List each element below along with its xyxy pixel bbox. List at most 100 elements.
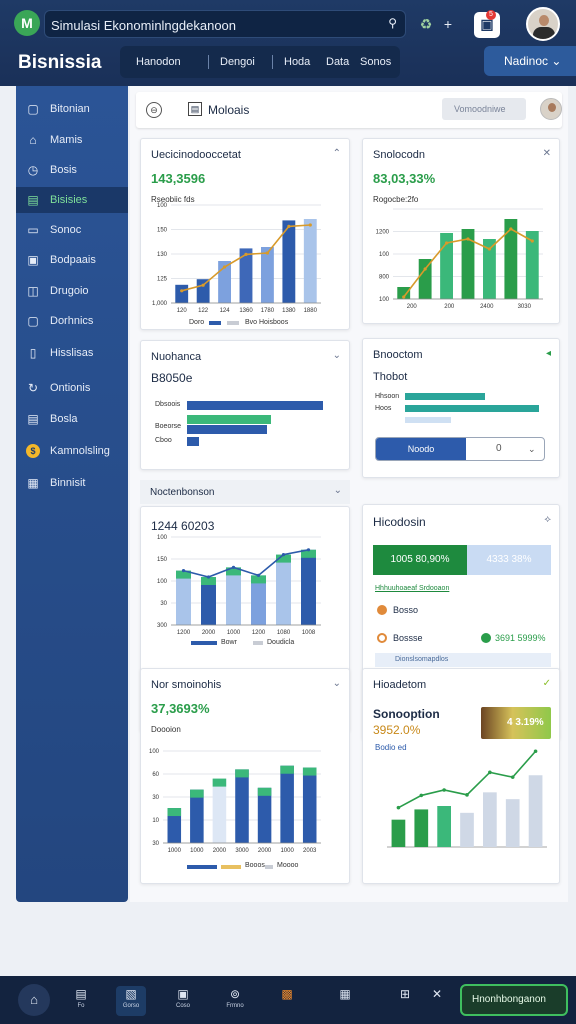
row-label: Dbsoois [155, 401, 181, 408]
hbar [405, 405, 539, 412]
card-revenue: Uecicinodooccetat ⌃ 143,3596 Rseobiic fd… [140, 138, 350, 330]
x-tick-label: 1200 [177, 630, 191, 636]
bar [276, 554, 291, 625]
table-icon: ▦ [339, 987, 351, 1001]
chevron-down-icon[interactable]: ⌄ [334, 485, 342, 496]
card-title: Bnooctom [373, 349, 423, 361]
y-tick-label: 100 [157, 203, 168, 209]
chart-1: 1,000 125 130 150 100 120 122 124 1360 1780 1380 18… [141, 139, 351, 331]
start-button[interactable]: ⌂ [18, 984, 50, 1016]
sidebar-item-3[interactable]: ◷ Bosis [16, 157, 128, 183]
legend-label: Bowr [221, 639, 237, 646]
nav-item-3[interactable]: Hoda [284, 56, 310, 70]
sidebar-item-1[interactable]: ▢ Bitonian [16, 96, 128, 122]
status-badge: 3691 5999% [495, 633, 546, 643]
y-tick-label: 125 [157, 277, 168, 283]
x-tick-label: 200 [444, 304, 455, 310]
legend-label: Bvo Hoisboos [245, 319, 289, 326]
split-left: 1005 80,90% [373, 545, 467, 575]
trend-point [530, 239, 534, 243]
y-tick-label: 100 [379, 297, 390, 303]
segment-selected[interactable]: Noodo [376, 438, 466, 460]
nav-item-5[interactable]: Sonos [360, 56, 391, 70]
taskbar-app-1[interactable]: ▤ Fo [66, 986, 96, 1016]
bar [190, 789, 204, 843]
sidebar-item-4[interactable]: ▤ Bisisies [16, 187, 128, 213]
chart-svg: 30 10 30 60 100 1000 1000 2000 3000 2000 1000 2003 [149, 749, 321, 854]
nav-item-1[interactable]: Hanodon [136, 56, 181, 70]
y-tick-label: 100 [157, 579, 168, 585]
legend-swatch [191, 641, 217, 645]
segmented-control[interactable]: Noodo 0 ⌄ [375, 437, 545, 461]
settings-icon[interactable]: ⟡ [544, 514, 551, 525]
notification-badge: 5 [486, 10, 496, 20]
sidebar-item-6[interactable]: ▣ Bodpaais [16, 247, 128, 273]
bar-cap [167, 808, 182, 817]
trend-point [181, 569, 186, 573]
taskbar-app-5[interactable]: ▩ [272, 986, 302, 1016]
trend-point [419, 793, 424, 798]
back-icon[interactable]: ⊖ [146, 102, 162, 118]
section-header: Noctenbonson ⌄ [140, 480, 350, 504]
x-tick-label: 2400 [480, 304, 494, 310]
chevron-down-icon[interactable]: ⌄ [528, 438, 536, 460]
trend-point [244, 252, 248, 256]
sidebar-item-2[interactable]: ⌂ Mamis [16, 127, 128, 153]
bar-cap [302, 767, 317, 776]
window-title-bar: Simulasi Ekonominlngdekanoon ⚲ [44, 10, 406, 38]
trend-point [442, 788, 446, 792]
bar [414, 809, 429, 847]
main-header: ⊖ ▤ Moloais Vomoodniwe [136, 92, 562, 128]
app-icon: ▧ [125, 987, 137, 1001]
taskbar-app-6[interactable]: ▦ [330, 986, 360, 1016]
chevron-down-icon[interactable]: ⌄ [333, 350, 341, 361]
sidebar-item-11[interactable]: ▤ Bosla [16, 406, 128, 432]
hbar [405, 417, 451, 423]
trend-point [180, 289, 184, 293]
top-nav: Hanodon Dengoi Hoda Data Sonos [120, 46, 400, 78]
nav-item-2[interactable]: Dengoi [220, 56, 255, 70]
arrow-icon[interactable]: ◂ [546, 348, 551, 359]
user-avatar[interactable] [526, 7, 560, 41]
taskbar-app-3[interactable]: ▣ Coso [168, 986, 198, 1016]
x-tick-label: 2000 [258, 848, 272, 854]
legend-swatch [209, 321, 221, 325]
refresh-icon: ↻ [27, 381, 39, 395]
sidebar-item-5[interactable]: ▭ Sonoc [16, 217, 128, 243]
bar [302, 767, 317, 843]
chat-icon: ◫ [27, 284, 39, 298]
sidebar-item-9[interactable]: ▯ Hisslisas [16, 340, 128, 366]
taskbar-app-4[interactable]: ⊚ Frmno [220, 986, 250, 1016]
taskbar-close[interactable]: ✕ [422, 986, 452, 1016]
trend-point [466, 237, 470, 241]
nav-item-4[interactable]: Data [326, 56, 349, 70]
add-icon[interactable]: + [436, 12, 460, 36]
dot-icon [377, 605, 387, 615]
bar [196, 279, 210, 303]
header-avatar[interactable] [540, 98, 562, 120]
sidebar-item-12[interactable]: $ Kamnolsling [16, 438, 128, 464]
sidebar-item-7[interactable]: ◫ Drugoio [16, 278, 128, 304]
taskbar-action-button[interactable]: Hnonhbonganon [460, 984, 568, 1016]
taskbar-app-2[interactable]: ▧ Gorso [116, 986, 146, 1016]
search-icon[interactable]: ⚲ [388, 16, 397, 30]
legend-swatch [221, 865, 241, 869]
bar [437, 806, 451, 847]
recycle-icon[interactable]: ♻ [414, 12, 438, 36]
sidebar-item-10[interactable]: ↻ Ontionis [16, 375, 128, 401]
detail-link[interactable]: Hhhuuhoaeaf Srdooaon [375, 585, 449, 592]
x-tick-label: 122 [198, 308, 209, 314]
card-outlook: Hioadetom ✓ Sonooption 3952.0% 4 3.19% B… [362, 668, 560, 884]
x-tick-label: 1780 [261, 308, 275, 314]
view-select[interactable]: Vomoodniwe [442, 98, 526, 120]
legend-swatch [187, 865, 217, 869]
y-tick-label: 10 [152, 818, 159, 824]
trend-point [308, 223, 312, 227]
trend-point [201, 283, 205, 287]
sidebar-item-13[interactable]: ▦ Binnisit [16, 470, 128, 496]
bar [418, 259, 432, 299]
user-menu-button[interactable]: Nadinoc ⌄ [484, 46, 576, 76]
taskbar-app-7[interactable]: ⊞ [390, 986, 420, 1016]
sidebar-item-8[interactable]: ▢ Dorhnics [16, 308, 128, 334]
split-right: 4333 38% [467, 545, 551, 575]
